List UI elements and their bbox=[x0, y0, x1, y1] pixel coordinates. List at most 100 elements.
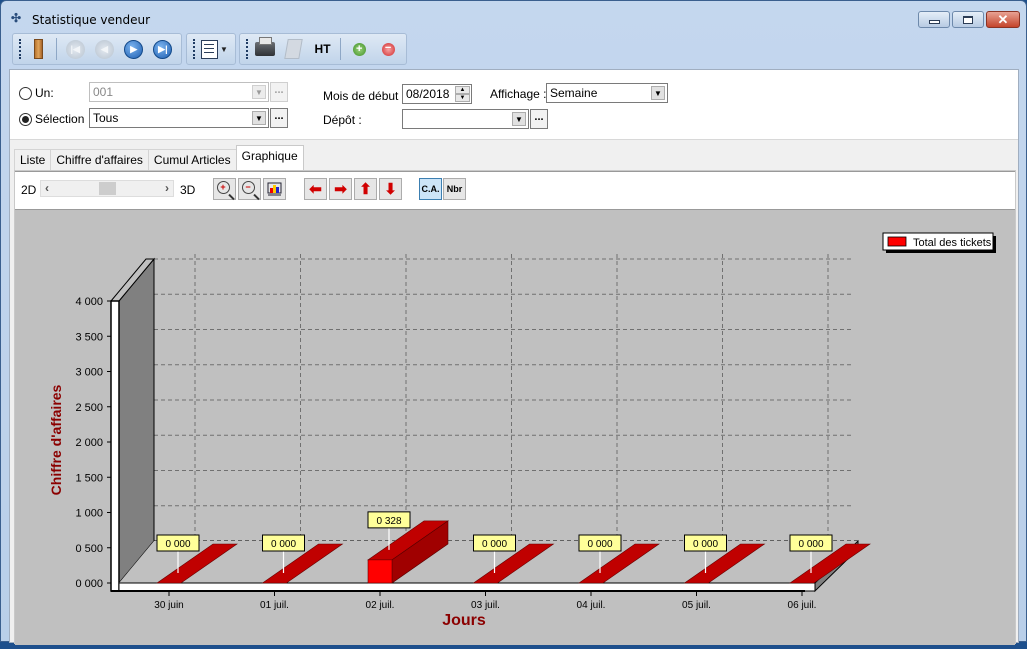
affichage-value: Semaine bbox=[550, 86, 598, 100]
chevron-down-icon[interactable]: ▼ bbox=[252, 111, 266, 125]
selection-browse-button[interactable]: ... bbox=[270, 108, 288, 128]
floor-front bbox=[118, 582, 816, 592]
last-record-button[interactable]: ▶| bbox=[152, 37, 174, 61]
label-3d: 3D bbox=[180, 183, 196, 197]
radio-button-selected[interactable] bbox=[19, 112, 32, 126]
calculator-icon bbox=[284, 39, 303, 59]
nbr-button[interactable]: Nbr bbox=[443, 178, 466, 200]
depot-browse-button[interactable]: ... bbox=[530, 109, 548, 129]
data-label: 0 000 bbox=[482, 539, 507, 550]
first-record-icon: |◀ bbox=[65, 39, 85, 59]
ca-button[interactable]: C.A. bbox=[419, 178, 442, 200]
ht-label: HT bbox=[314, 42, 331, 56]
add-button[interactable]: + bbox=[348, 37, 370, 61]
y-tick-label: 2 500 bbox=[75, 402, 103, 414]
tab-liste[interactable]: Liste bbox=[14, 149, 52, 170]
toolbar-grip[interactable] bbox=[246, 39, 248, 59]
selection-combo[interactable]: Tous ▼ ... bbox=[89, 108, 288, 128]
close-icon: ✕ bbox=[997, 12, 1009, 27]
y-tick-label: 1 500 bbox=[75, 472, 103, 484]
mois-debut-spinner[interactable]: 08/2018 ▲ ▼ bbox=[402, 84, 472, 104]
toolbar-separator bbox=[340, 38, 342, 60]
move-right-button[interactable]: ➡ bbox=[329, 178, 352, 200]
main-panel: Un: 001 ▼ ... Sélection Tous ▼ ... Mois … bbox=[9, 69, 1019, 645]
toolbar-grip[interactable] bbox=[19, 39, 21, 59]
un-radio[interactable]: Un: bbox=[19, 86, 54, 100]
maximize-button[interactable] bbox=[952, 11, 984, 28]
un-label: Un: bbox=[35, 86, 54, 100]
depot-combo[interactable]: ▼ ... bbox=[402, 109, 548, 129]
minimize-button[interactable] bbox=[918, 11, 950, 28]
arrow-right-icon: ➡ bbox=[334, 180, 347, 198]
remove-button[interactable]: − bbox=[377, 37, 399, 61]
arrow-down-icon: ⬇ bbox=[384, 180, 397, 198]
left-wall-front bbox=[110, 300, 120, 592]
maximize-icon bbox=[963, 15, 973, 24]
depot-label: Dépôt : bbox=[323, 113, 362, 127]
move-left-button[interactable]: ⬅ bbox=[304, 178, 327, 200]
chart-type-button[interactable] bbox=[263, 178, 286, 200]
move-up-button[interactable]: ⬆ bbox=[354, 178, 377, 200]
move-down-button[interactable]: ⬇ bbox=[379, 178, 402, 200]
chevron-down-icon[interactable]: ▼ bbox=[651, 86, 665, 100]
toolbar-grip[interactable] bbox=[193, 39, 195, 59]
calculator-button[interactable] bbox=[283, 37, 305, 61]
tab-chiffre-affaires[interactable]: Chiffre d'affaires bbox=[50, 149, 149, 170]
un-value: 001 bbox=[93, 85, 114, 99]
un-browse-button[interactable]: ... bbox=[270, 82, 288, 102]
title-bar: ✣ Statistique vendeur ✕ bbox=[1, 1, 1026, 33]
bar-chart-icon bbox=[267, 182, 282, 196]
tab-cumul-articles[interactable]: Cumul Articles bbox=[147, 149, 237, 170]
next-record-button[interactable]: ▶ bbox=[123, 37, 145, 61]
first-record-button[interactable]: |◀ bbox=[64, 37, 86, 61]
zoom-out-button[interactable]: − bbox=[238, 178, 261, 200]
ht-button[interactable]: HT bbox=[312, 37, 334, 61]
next-record-icon: ▶ bbox=[124, 39, 144, 59]
un-combo[interactable]: 001 ▼ ... bbox=[89, 82, 288, 102]
mois-debut-label: Mois de début : bbox=[323, 89, 406, 103]
nbr-label: Nbr bbox=[446, 184, 463, 194]
data-label: 0 328 bbox=[376, 516, 401, 527]
selection-radio[interactable]: Sélection bbox=[19, 112, 84, 126]
graphique-tab-content: 2D ‹ › 3D + − ⬅ ➡ ⬆ ⬇ C.A. Nbr 0 000 0 5… bbox=[14, 170, 1016, 645]
chevron-left-icon[interactable]: ‹ bbox=[45, 181, 49, 195]
zoom-out-icon: − bbox=[241, 181, 255, 194]
slider-thumb[interactable] bbox=[99, 182, 116, 195]
zoom-in-button[interactable]: + bbox=[213, 178, 236, 200]
spin-up-icon[interactable]: ▲ bbox=[455, 86, 470, 94]
remove-icon: − bbox=[381, 42, 395, 56]
2d-3d-slider[interactable]: ‹ › bbox=[40, 180, 174, 197]
chevron-down-icon[interactable]: ▼ bbox=[252, 85, 266, 99]
affichage-select[interactable]: Semaine ▼ bbox=[546, 83, 668, 103]
report-menu-button[interactable]: ▼ bbox=[201, 37, 228, 61]
label-2d: 2D bbox=[21, 183, 37, 197]
legend-label: Total des tickets bbox=[913, 237, 992, 249]
legend-swatch bbox=[887, 236, 907, 247]
left-wall bbox=[118, 257, 155, 585]
x-tick-label: 03 juil. bbox=[471, 600, 500, 611]
arrow-up-icon: ⬆ bbox=[359, 180, 372, 198]
spin-down-icon[interactable]: ▼ bbox=[455, 94, 470, 102]
zoom-in-icon: + bbox=[216, 181, 230, 194]
x-axis-title: Jours bbox=[442, 612, 486, 629]
data-label: 0 000 bbox=[165, 539, 190, 550]
print-button[interactable] bbox=[254, 37, 276, 61]
chevron-down-icon[interactable]: ▼ bbox=[512, 112, 526, 126]
minimize-icon bbox=[928, 19, 940, 24]
previous-record-button[interactable]: ◀ bbox=[93, 37, 115, 61]
report-document-icon bbox=[201, 39, 219, 59]
tab-graphique[interactable]: Graphique bbox=[235, 145, 304, 170]
x-tick-label: 04 juil. bbox=[577, 600, 606, 611]
app-window: ✣ Statistique vendeur ✕ |◀ ◀ ▶ ▶| ▼ HT +… bbox=[0, 0, 1027, 645]
chevron-right-icon[interactable]: › bbox=[165, 181, 169, 195]
tab-bar: Liste Chiffre d'affaires Cumul Articles … bbox=[14, 145, 304, 170]
data-label: 0 000 bbox=[693, 539, 718, 550]
exit-button[interactable] bbox=[27, 37, 49, 61]
selection-value: Tous bbox=[93, 111, 119, 125]
x-tick-label: 02 juil. bbox=[366, 600, 395, 611]
y-tick-label: 0 000 bbox=[75, 578, 103, 590]
last-record-icon: ▶| bbox=[153, 39, 173, 59]
close-button[interactable]: ✕ bbox=[986, 11, 1020, 28]
radio-button[interactable] bbox=[19, 86, 32, 100]
navigation-toolbar: |◀ ◀ ▶ ▶| bbox=[12, 33, 182, 65]
